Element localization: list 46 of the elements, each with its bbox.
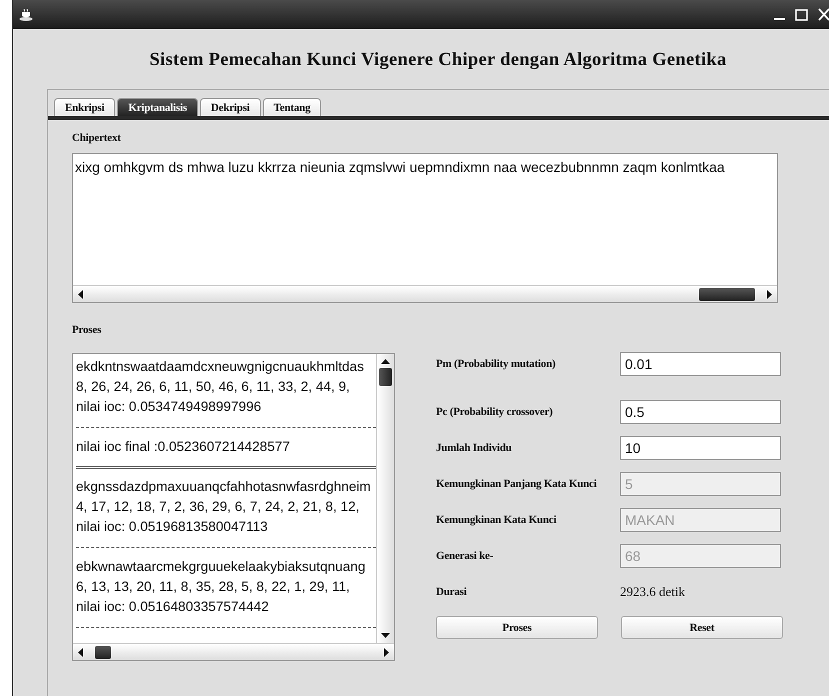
chipertext-label: Chipertext (72, 132, 122, 144)
proses-label: Proses (72, 324, 102, 336)
log-line: nilai ioc: 0.05196813580047113 (76, 518, 269, 536)
action-button[interactable]: Reset (621, 616, 783, 639)
log-line: ekgnssdazdpmaxuuanqcfahhotasnwfasrdghneim (76, 478, 372, 496)
log-line: 6, 13, 13, 20, 11, 8, 35, 28, 5, 8, 22, 1, 29, 11, (76, 578, 351, 596)
tab[interactable]: Tentang (262, 98, 322, 116)
chipertext-area[interactable]: xixg omhkgvm ds mhwa luzu kkrrza nieunia zqmslvwi uepmndixmn naa wecezbubnnmn zaqm konlmtkaa (72, 153, 778, 303)
log-line: nilai ioc final :0.0523607214428577 (76, 438, 291, 456)
field-label: Pc (Probability crossover) (436, 406, 554, 418)
vertical-scrollbar[interactable] (376, 354, 394, 643)
right-arrow-icon[interactable] (765, 290, 773, 298)
left-arrow-icon[interactable] (77, 290, 85, 298)
coffee-cup-icon (19, 8, 33, 20)
up-arrow-icon[interactable] (381, 358, 390, 364)
left-arrow-icon[interactable] (77, 648, 85, 656)
close-icon[interactable] (818, 8, 829, 21)
field-label: Kemungkinan Panjang Kata Kunci (436, 478, 598, 490)
horizontal-scrollbar[interactable] (73, 285, 777, 302)
log-line: 8, 26, 24, 26, 6, 11, 50, 46, 6, 11, 33, 2, 44, 9, (76, 378, 351, 396)
tab[interactable]: Dekripsi (200, 98, 261, 116)
action-button[interactable]: Proses (436, 616, 598, 639)
horizontal-scrollbar[interactable] (73, 643, 394, 660)
scrollbar-thumb[interactable] (95, 646, 111, 658)
input-field[interactable]: 0.5 (620, 400, 781, 424)
tab[interactable]: Kriptanalisis (117, 98, 198, 116)
input-field[interactable]: 10 (620, 436, 781, 460)
field-label: Durasi (436, 586, 468, 598)
log-line: ebkwnawtaarcmekgrguuekelaakybiaksutqnuang (76, 558, 366, 576)
log-line: nilai ioc: 0.05164803357574442 (76, 598, 270, 616)
maximize-icon[interactable] (795, 8, 808, 20)
field-label: Pm (Probability mutation) (436, 358, 556, 370)
field-label: Jumlah Individu (436, 442, 513, 454)
log-line: ekdkntnswaatdaamdcxneuwgnigcnuaukhmltdas (76, 358, 365, 376)
field-label: Generasi ke- (436, 550, 494, 562)
log-line: nilai ioc: 0.0534749498997996 (76, 398, 262, 416)
duration-value: 2923.6 detik (620, 584, 685, 600)
tab[interactable]: Enkripsi (54, 98, 116, 116)
scrollbar-thumb[interactable] (699, 288, 755, 300)
field-label: Kemungkinan Kata Kunci (436, 514, 558, 526)
input-field[interactable]: 0.01 (620, 352, 781, 376)
window-title: Sistem Pemecahan Kunci Vigenere Chiper dengan Algoritma Genetika (148, 50, 728, 71)
scrollbar-thumb[interactable] (379, 368, 392, 386)
right-arrow-icon[interactable] (382, 648, 390, 656)
log-line: 4, 17, 12, 18, 7, 2, 36, 29, 6, 7, 24, 2, 21, 8, 12, (76, 498, 360, 516)
down-arrow-icon[interactable] (381, 633, 390, 639)
